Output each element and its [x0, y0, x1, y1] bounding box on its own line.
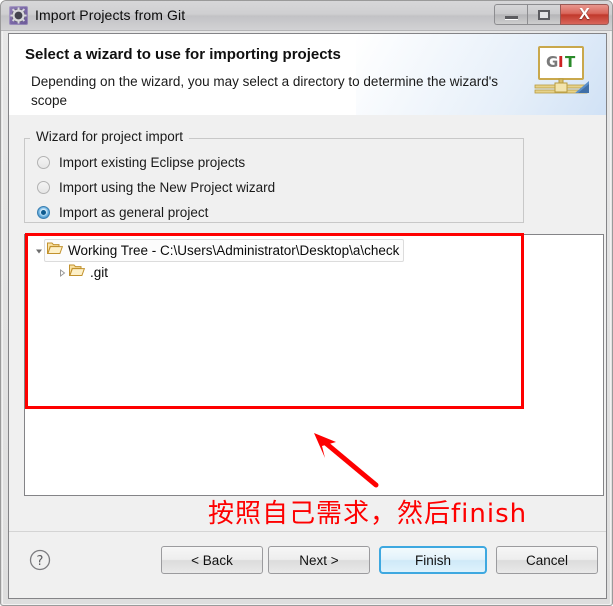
- radio-indicator-selected[interactable]: [37, 205, 50, 219]
- open-folder-icon: [69, 263, 86, 282]
- finish-button[interactable]: Finish: [379, 546, 487, 574]
- directory-tree-panel[interactable]: Working Tree - C:\Users\Administrator\De…: [24, 234, 604, 496]
- group-box-top-left-rule: [24, 138, 30, 139]
- radio-indicator-unselected[interactable]: [37, 155, 50, 169]
- content-area: Wizard for project import Import existin…: [9, 115, 606, 598]
- svg-text:?: ?: [37, 554, 44, 569]
- dialog-window: Import Projects from Git X Select a wiza…: [0, 0, 613, 606]
- tree-item-label: .git: [90, 265, 109, 280]
- tree-item-label: Working Tree - C:\Users\Administrator\De…: [68, 243, 400, 258]
- open-folder-icon: [47, 241, 64, 260]
- radio-import-using-new-project-wizard[interactable]: Import using the New Project wizard: [37, 176, 275, 198]
- maximize-icon: [538, 9, 550, 20]
- page-description: Depending on the wizard, you may select …: [31, 74, 499, 108]
- svg-text:I: I: [558, 53, 564, 71]
- maximize-button[interactable]: [527, 4, 560, 25]
- tree-item-selection[interactable]: Working Tree - C:\Users\Administrator\De…: [44, 239, 405, 262]
- radio-import-existing-eclipse-projects[interactable]: Import existing Eclipse projects: [37, 151, 245, 173]
- dialog-body: Select a wizard to use for importing pro…: [8, 33, 607, 599]
- page-title: Select a wizard to use for importing pro…: [25, 46, 341, 63]
- next-button[interactable]: Next >: [268, 546, 370, 574]
- tree-item-working-tree[interactable]: Working Tree - C:\Users\Administrator\De…: [32, 239, 405, 262]
- radio-label: Import as general project: [59, 204, 209, 220]
- cancel-button[interactable]: Cancel: [496, 546, 598, 574]
- minimize-icon: [504, 16, 518, 20]
- window-controls: X: [494, 4, 609, 26]
- wizard-banner: Select a wizard to use for importing pro…: [9, 34, 606, 116]
- dialog-button-bar: ? < Back Next > Finish Cancel: [9, 531, 606, 598]
- annotation-note: 按照自己需求，然后finish: [208, 499, 528, 529]
- close-button[interactable]: X: [560, 4, 609, 25]
- radio-import-as-general-project[interactable]: Import as general project: [37, 201, 208, 223]
- minimize-button[interactable]: [494, 4, 527, 25]
- radio-label: Import using the New Project wizard: [59, 179, 276, 195]
- window-title: Import Projects from Git: [35, 7, 186, 23]
- back-button[interactable]: < Back: [161, 546, 263, 574]
- svg-text:G: G: [546, 53, 558, 71]
- help-button[interactable]: ?: [29, 549, 51, 571]
- group-box-label: Wizard for project import: [32, 129, 188, 144]
- chevron-right-icon[interactable]: [55, 268, 69, 277]
- radio-label: Import existing Eclipse projects: [59, 154, 246, 170]
- svg-text:T: T: [565, 53, 576, 71]
- tree-item-git[interactable]: .git: [55, 262, 108, 283]
- git-logo-icon: G I T: [531, 41, 593, 103]
- group-box-top-right-rule: [189, 138, 524, 139]
- radio-indicator-unselected[interactable]: [37, 180, 50, 194]
- close-icon: X: [579, 5, 590, 23]
- gear-icon: [9, 6, 28, 25]
- title-bar[interactable]: Import Projects from Git X: [1, 1, 612, 31]
